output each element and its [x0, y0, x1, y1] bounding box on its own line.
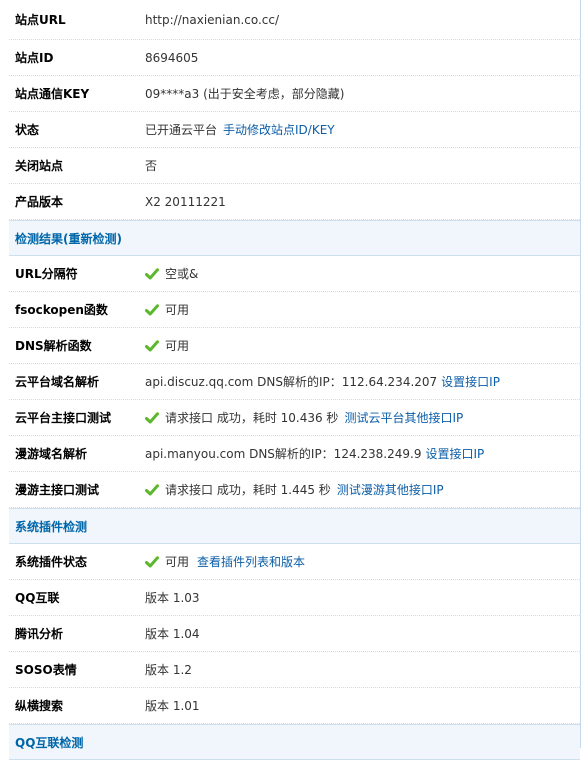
row-cloud-main-interface: 云平台主接口测试 请求接口 成功，耗时 10.436 秒 测试云平台其他接口IP — [9, 400, 580, 436]
row-cloud-domain-dns: 云平台域名解析 api.discuz.qq.com DNS解析的IP：112.6… — [9, 364, 580, 400]
row-site-url: 站点URL http://naxienian.co.cc/ — [9, 0, 580, 40]
check-icon — [145, 303, 159, 315]
set-cloud-interface-ip-link[interactable]: 设置接口IP — [441, 373, 500, 390]
row-site-id: 站点ID 8694605 — [9, 40, 580, 76]
check-icon — [145, 411, 159, 423]
manyou-main-interface-value: 请求接口 成功，耗时 1.445 秒 — [165, 483, 331, 497]
site-url-value: http://naxienian.co.cc/ — [145, 12, 280, 27]
product-version-label: 产品版本 — [15, 195, 64, 209]
check-icon — [145, 267, 159, 279]
check-icon — [145, 555, 159, 567]
row-zongheng-search: 纵横搜索 版本 1.01 — [9, 688, 580, 724]
zongheng-search-label: 纵横搜索 — [15, 699, 64, 713]
check-icon — [145, 339, 159, 351]
dns-function-value-wrap: 可用 — [145, 328, 189, 363]
row-tencent-analytics: 腾讯分析 版本 1.04 — [9, 616, 580, 652]
row-site-key: 站点通信KEY 09****a3 (出于安全考虑，部分隐藏) — [9, 76, 580, 112]
fsockopen-value: 可用 — [165, 303, 190, 317]
row-plugin-status: 系统插件状态 可用 查看插件列表和版本 — [9, 544, 580, 580]
tencent-analytics-version: 版本 1.04 — [145, 627, 200, 641]
soso-emoticons-version: 版本 1.2 — [145, 663, 192, 677]
section-detection-results: 检测结果(重新检测) — [9, 220, 580, 256]
cloud-diagnostics-table: 站点URL http://naxienian.co.cc/ 站点ID 86946… — [9, 0, 581, 760]
dns-function-label: DNS解析函数 — [15, 339, 92, 353]
url-separator-value-wrap: 空或& — [145, 256, 198, 291]
cloud-main-interface-value-wrap: 请求接口 成功，耗时 10.436 秒 测试云平台其他接口IP — [145, 400, 463, 435]
cloud-domain-dns-label: 云平台域名解析 — [15, 375, 100, 389]
cloud-main-interface-label: 云平台主接口测试 — [15, 411, 112, 425]
test-cloud-other-ip-link[interactable]: 测试云平台其他接口IP — [344, 409, 463, 426]
dns-function-value: 可用 — [165, 339, 190, 353]
product-version-value: X2 20111221 — [145, 194, 226, 209]
row-close-site: 关闭站点 否 — [9, 148, 580, 184]
site-key-label: 站点通信KEY — [15, 87, 90, 101]
site-id-label: 站点ID — [15, 51, 54, 65]
manyou-domain-dns-label: 漫游域名解析 — [15, 447, 88, 461]
section-system-plugins: 系统插件检测 — [9, 508, 580, 544]
site-key-value: 09****a3 (出于安全考虑，部分隐藏) — [145, 87, 345, 101]
site-id-value: 8694605 — [145, 50, 199, 65]
row-soso-emoticons: SOSO表情 版本 1.2 — [9, 652, 580, 688]
soso-emoticons-label: SOSO表情 — [15, 663, 77, 677]
plugin-status-value: 可用 — [165, 555, 190, 569]
close-site-value: 否 — [145, 159, 158, 173]
row-qq-connect: QQ互联 版本 1.03 — [9, 580, 580, 616]
row-url-separator: URL分隔符 空或& — [9, 256, 580, 292]
system-plugins-title: 系统插件检测 — [15, 519, 88, 534]
manyou-main-interface-value-wrap: 请求接口 成功，耗时 1.445 秒 测试漫游其他接口IP — [145, 472, 444, 507]
url-separator-value: 空或& — [165, 267, 199, 281]
zongheng-search-version: 版本 1.01 — [145, 699, 200, 713]
close-site-label: 关闭站点 — [15, 159, 64, 173]
plugin-status-label: 系统插件状态 — [15, 555, 88, 569]
tencent-analytics-label: 腾讯分析 — [15, 627, 64, 641]
row-dns-function: DNS解析函数 可用 — [9, 328, 580, 364]
site-url-label: 站点URL — [15, 13, 66, 27]
set-manyou-interface-ip-link[interactable]: 设置接口IP — [425, 445, 484, 462]
cloud-domain-dns-value: api.discuz.qq.com DNS解析的IP：112.64.234.20… — [145, 375, 438, 389]
row-manyou-domain-dns: 漫游域名解析 api.manyou.com DNS解析的IP：124.238.2… — [9, 436, 580, 472]
status-value: 已开通云平台 — [145, 123, 218, 137]
cloud-main-interface-value: 请求接口 成功，耗时 10.436 秒 — [165, 411, 339, 425]
check-icon — [145, 483, 159, 495]
edit-site-id-key-link[interactable]: 手动修改站点ID/KEY — [223, 121, 335, 138]
qq-connect-version: 版本 1.03 — [145, 591, 200, 605]
fsockopen-label: fsockopen函数 — [15, 303, 108, 317]
qq-connect-label: QQ互联 — [15, 591, 60, 605]
status-value-wrap: 已开通云平台 手动修改站点ID/KEY — [145, 112, 335, 147]
detection-results-title[interactable]: 检测结果(重新检测) — [9, 230, 122, 247]
manyou-main-interface-label: 漫游主接口测试 — [15, 483, 100, 497]
view-plugin-list-link[interactable]: 查看插件列表和版本 — [197, 553, 305, 570]
cloud-domain-dns-value-wrap: api.discuz.qq.com DNS解析的IP：112.64.234.20… — [145, 364, 500, 399]
section-qq-connect-detection: QQ互联检测 — [9, 724, 580, 760]
url-separator-label: URL分隔符 — [15, 267, 78, 281]
row-status: 状态 已开通云平台 手动修改站点ID/KEY — [9, 112, 580, 148]
test-manyou-other-ip-link[interactable]: 测试漫游其他接口IP — [337, 481, 444, 498]
row-fsockopen: fsockopen函数 可用 — [9, 292, 580, 328]
status-label: 状态 — [15, 123, 40, 137]
row-product-version: 产品版本 X2 20111221 — [9, 184, 580, 220]
row-manyou-main-interface: 漫游主接口测试 请求接口 成功，耗时 1.445 秒 测试漫游其他接口IP — [9, 472, 580, 508]
fsockopen-value-wrap: 可用 — [145, 292, 189, 327]
manyou-domain-dns-value: api.manyou.com DNS解析的IP：124.238.249.9 — [145, 447, 422, 461]
plugin-status-value-wrap: 可用 查看插件列表和版本 — [145, 544, 305, 579]
manyou-domain-dns-value-wrap: api.manyou.com DNS解析的IP：124.238.249.9 设置… — [145, 436, 484, 471]
